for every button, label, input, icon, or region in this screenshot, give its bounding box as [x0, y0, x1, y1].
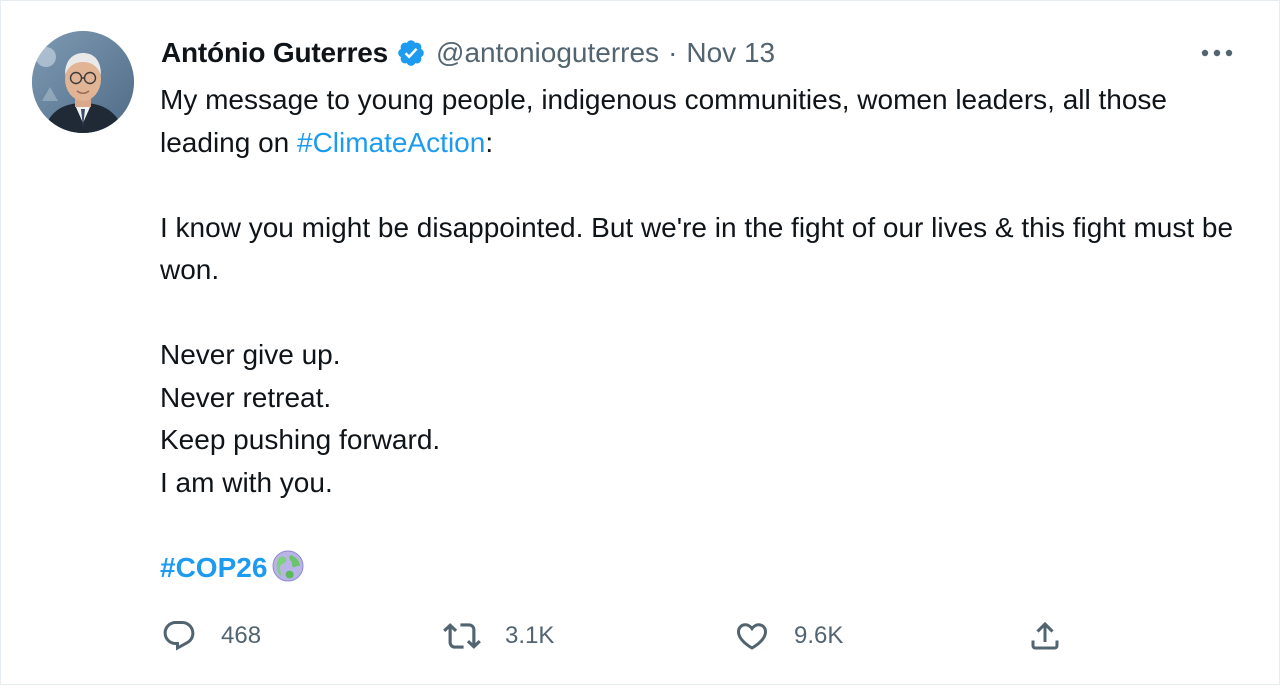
header-separator: ·: [668, 37, 678, 68]
globe-earth-emoji-icon: [271, 549, 305, 583]
tweet-paragraph-1: My message to young people, indigenous c…: [160, 79, 1250, 164]
tweet-line-never-retreat: Never retreat.: [160, 381, 332, 413]
like-count: 9.6K: [794, 622, 844, 649]
share-upload-icon: [1031, 621, 1059, 650]
tweet-text: My message to young people, indigenous c…: [160, 79, 1250, 589]
tweet-paragraph-4: #COP26: [160, 547, 1250, 590]
author-name[interactable]: António Guterres: [161, 37, 388, 69]
like-button[interactable]: 9.6K: [734, 613, 843, 659]
tweet-line-keep-pushing: Keep pushing forward.: [160, 424, 441, 455]
heart-icon: [736, 623, 768, 650]
avatar[interactable]: [32, 31, 134, 133]
reply-button[interactable]: 468: [161, 613, 261, 659]
tweet-card[interactable]: António Guterres @antonioguterres · Nov …: [0, 0, 1280, 685]
retweet-count: 3.1K: [505, 622, 555, 649]
more-options-button[interactable]: [1197, 37, 1237, 69]
tweet-header: António Guterres @antonioguterres · Nov …: [161, 33, 775, 73]
reply-count: 468: [221, 622, 262, 649]
reply-bubble-icon: [163, 621, 195, 651]
author-handle[interactable]: @antonioguterres: [436, 37, 659, 69]
retweet-icon: [443, 623, 481, 649]
tweet-line-with-you: I am with you.: [160, 466, 333, 498]
tweet-date[interactable]: Nov 13: [686, 37, 775, 69]
share-button[interactable]: [1027, 613, 1063, 659]
tweet-actions-bar: 468 3.1K 9.6K: [161, 613, 1161, 659]
tweet-paragraph-3: Never give up. Never retreat. Keep pushi…: [160, 334, 1250, 504]
tweet-paragraph-2: I know you might be disappointed. But we…: [160, 211, 1234, 286]
retweet-button[interactable]: 3.1K: [443, 613, 554, 659]
hashtag-cop26-link[interactable]: #COP26: [160, 552, 267, 583]
tweet-line-never-give-up: Never give up.: [160, 339, 341, 370]
tweet-text-line1-suffix: :: [485, 126, 494, 158]
hashtag-climateaction-link[interactable]: #ClimateAction: [297, 127, 485, 158]
more-horizontal-icon: [1201, 49, 1233, 57]
verified-badge-icon: [396, 38, 426, 68]
avatar-photo-icon: [32, 31, 134, 133]
